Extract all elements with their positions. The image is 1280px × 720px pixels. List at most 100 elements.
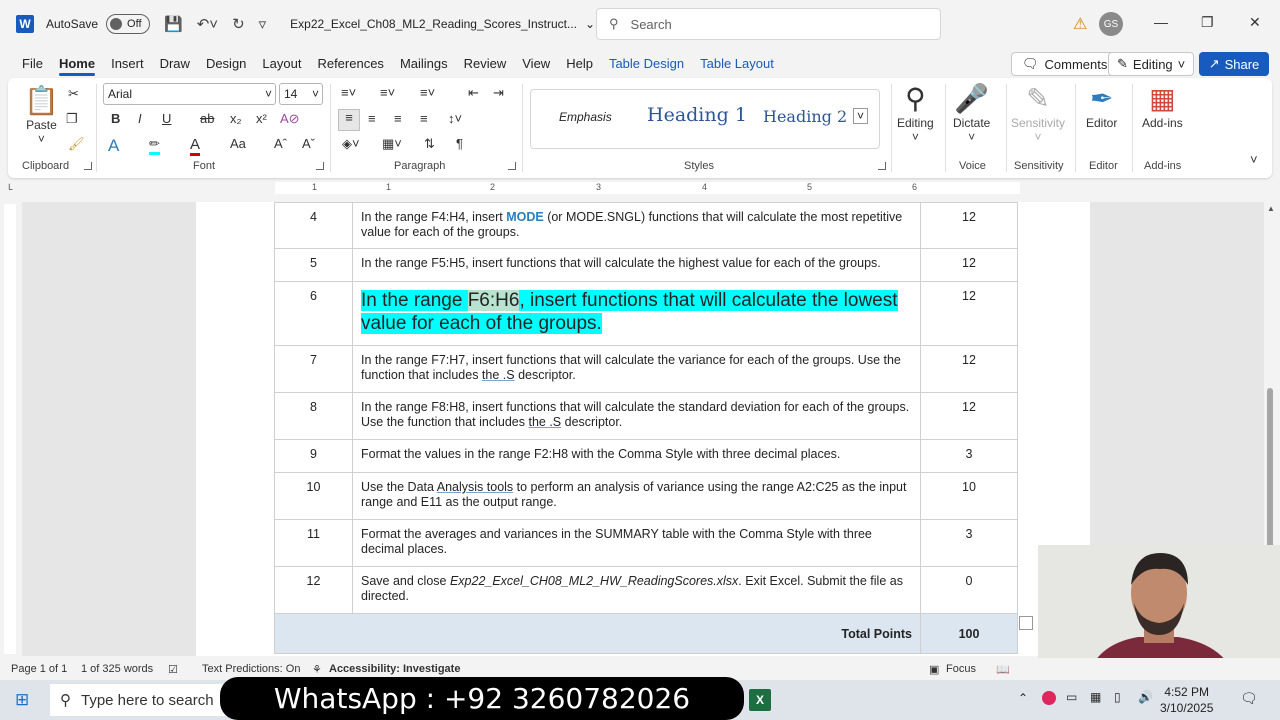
save-icon[interactable]: 💾: [164, 15, 183, 33]
scroll-up-icon[interactable]: ▲: [1267, 204, 1275, 213]
table-resize-handle[interactable]: [1019, 616, 1033, 630]
step-description[interactable]: Use the Data Analysis tools to perform a…: [352, 472, 921, 520]
vertical-ruler[interactable]: [4, 204, 16, 654]
multilevel-list-icon[interactable]: ≡˅: [420, 85, 435, 100]
style-heading-1[interactable]: Heading 1: [647, 104, 747, 126]
accessibility-status[interactable]: Accessibility: Investigate: [329, 663, 460, 675]
warning-icon[interactable]: ⚠: [1073, 14, 1087, 34]
grow-font-icon[interactable]: Aˆ: [274, 136, 287, 151]
superscript-icon[interactable]: x²: [256, 111, 267, 126]
undo-icon[interactable]: ↶˅: [197, 15, 218, 33]
bold-icon[interactable]: B: [111, 111, 120, 126]
editor-button[interactable]: ✒ Editor: [1086, 82, 1117, 130]
horizontal-ruler[interactable]: └ 1 1 2 3 4 5 6: [0, 182, 1280, 196]
clear-formatting-icon[interactable]: A⊘: [280, 111, 300, 127]
table-row[interactable]: 9 Format the values in the range F2:H8 w…: [274, 439, 1018, 473]
step-points[interactable]: 10: [920, 472, 1018, 520]
format-painter-icon[interactable]: 🖌: [68, 136, 85, 152]
table-row[interactable]: 4 In the range F4:H4, insert MODE (or MO…: [274, 202, 1018, 249]
step-description[interactable]: Format the averages and variances in the…: [352, 519, 921, 567]
step-number[interactable]: 10: [274, 472, 353, 520]
italic-icon[interactable]: I: [138, 111, 142, 126]
windows-start-icon[interactable]: ⊞: [15, 690, 29, 710]
step-description-highlighted[interactable]: In the range F6:H6, insert functions tha…: [352, 281, 921, 346]
step-number[interactable]: 7: [274, 345, 353, 393]
step-description[interactable]: In the range F5:H5, insert functions tha…: [352, 248, 921, 282]
tab-file[interactable]: File: [14, 48, 51, 78]
table-row[interactable]: 6 In the range F6:H6, insert functions t…: [274, 281, 1018, 346]
styles-launcher-icon[interactable]: [878, 162, 886, 170]
step-points[interactable]: 12: [920, 202, 1018, 249]
tab-insert[interactable]: Insert: [103, 48, 152, 78]
selected-text[interactable]: F6:H6: [467, 290, 520, 311]
read-mode-icon[interactable]: 📖: [996, 663, 1010, 676]
bullets-icon[interactable]: ≡˅: [341, 85, 356, 100]
shading-icon[interactable]: ◈˅: [342, 136, 360, 152]
justify-icon[interactable]: ≡: [420, 111, 428, 126]
page-count[interactable]: Page 1 of 1: [11, 663, 67, 675]
tab-design[interactable]: Design: [198, 48, 254, 78]
autosave-toggle[interactable]: Off: [106, 14, 151, 34]
tab-help[interactable]: Help: [558, 48, 601, 78]
increase-indent-icon[interactable]: ⇥: [493, 85, 504, 101]
tab-references[interactable]: References: [309, 48, 391, 78]
copy-icon[interactable]: ❐: [66, 111, 78, 127]
step-number[interactable]: 6: [274, 281, 353, 346]
align-right-icon[interactable]: ≡: [394, 111, 402, 126]
subscript-icon[interactable]: x₂: [230, 111, 242, 126]
step-description[interactable]: In the range F4:H4, insert MODE (or MODE…: [352, 202, 921, 249]
text-predictions[interactable]: Text Predictions: On: [202, 663, 300, 675]
notifications-icon[interactable]: 🗨: [1240, 690, 1258, 707]
editing-mode-button[interactable]: ✎ Editing ˅: [1108, 52, 1195, 76]
numbering-icon[interactable]: ≡˅: [380, 85, 395, 100]
addins-button[interactable]: ▦ Add-ins: [1142, 82, 1183, 130]
share-button[interactable]: ↗ Share: [1199, 52, 1269, 76]
decrease-indent-icon[interactable]: ⇤: [468, 85, 479, 101]
scrollbar-thumb[interactable]: [1267, 388, 1273, 548]
collapse-ribbon-icon[interactable]: ˅: [1250, 152, 1258, 167]
step-description[interactable]: Format the values in the range F2:H8 wit…: [352, 439, 921, 473]
text-effects-icon[interactable]: A: [108, 136, 119, 156]
record-icon[interactable]: [1042, 691, 1056, 705]
tab-selector-icon[interactable]: └: [6, 184, 12, 194]
avatar[interactable]: GS: [1099, 12, 1123, 36]
font-color-icon[interactable]: A: [190, 136, 201, 156]
total-value[interactable]: 100: [920, 613, 1018, 654]
dictate-button[interactable]: 🎤 Dictate ˅: [953, 82, 990, 144]
step-points[interactable]: 12: [920, 281, 1018, 346]
clipboard-launcher-icon[interactable]: [84, 162, 92, 170]
step-number[interactable]: 11: [274, 519, 353, 567]
chevron-up-icon[interactable]: ⌃: [1018, 691, 1028, 705]
display-icon[interactable]: ▦: [1090, 690, 1101, 704]
focus-mode[interactable]: Focus: [946, 663, 976, 675]
step-number[interactable]: 12: [274, 566, 353, 614]
step-points[interactable]: 12: [920, 345, 1018, 393]
volume-icon[interactable]: 🔊: [1138, 690, 1153, 704]
step-description[interactable]: Save and close Exp22_Excel_CH08_ML2_HW_R…: [352, 566, 921, 614]
step-number[interactable]: 9: [274, 439, 353, 473]
change-case-icon[interactable]: Aa: [230, 136, 246, 151]
tab-review[interactable]: Review: [456, 48, 515, 78]
battery-icon[interactable]: ▯: [1114, 690, 1121, 704]
sort-icon[interactable]: ⇅: [424, 136, 435, 152]
step-description[interactable]: In the range F7:H7, insert functions tha…: [352, 345, 921, 393]
table-row[interactable]: 12 Save and close Exp22_Excel_CH08_ML2_H…: [274, 566, 1018, 614]
table-row[interactable]: 7 In the range F7:H7, insert functions t…: [274, 345, 1018, 393]
tab-table-design[interactable]: Table Design: [601, 48, 692, 78]
comments-button[interactable]: 🗨 Comments: [1011, 52, 1119, 76]
proofing-icon[interactable]: ☑: [168, 663, 178, 676]
font-name-combo[interactable]: Arial ˅: [103, 83, 276, 105]
restore-icon[interactable]: ❐: [1201, 14, 1214, 31]
tab-view[interactable]: View: [514, 48, 558, 78]
step-points[interactable]: 12: [920, 392, 1018, 440]
tab-layout[interactable]: Layout: [254, 48, 309, 78]
table-row[interactable]: 5 In the range F5:H5, insert functions t…: [274, 248, 1018, 282]
line-spacing-icon[interactable]: ↕˅: [448, 111, 462, 126]
align-left-icon[interactable]: ≡: [338, 109, 360, 131]
show-formatting-icon[interactable]: ¶: [456, 136, 463, 151]
style-emphasis[interactable]: Emphasis: [559, 110, 612, 124]
paste-button[interactable]: 📋 Paste ˅: [24, 84, 59, 146]
shrink-font-icon[interactable]: Aˇ: [302, 136, 315, 151]
step-number[interactable]: 8: [274, 392, 353, 440]
align-center-icon[interactable]: ≡: [368, 111, 376, 126]
